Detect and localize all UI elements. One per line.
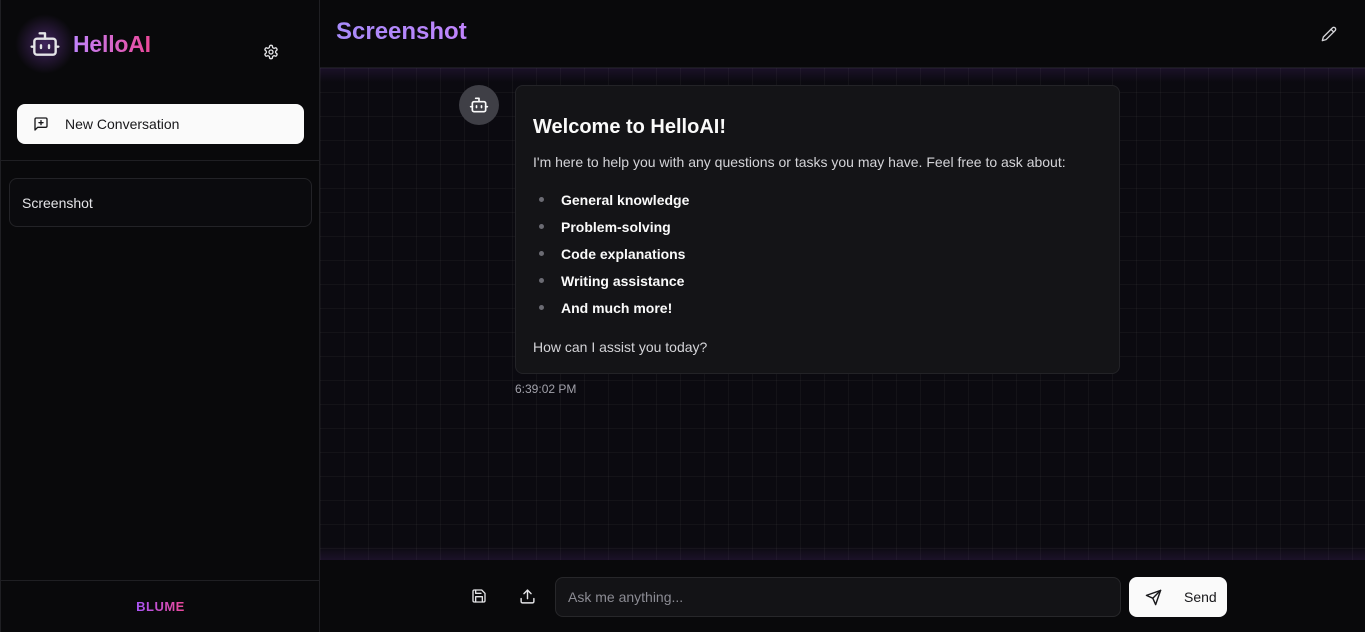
upload-button[interactable] (516, 585, 538, 607)
conversation-item[interactable]: Screenshot (9, 178, 312, 227)
bullet (539, 305, 544, 310)
bullet (539, 197, 544, 202)
topic-label: General knowledge (561, 191, 690, 208)
topic-label: Writing assistance (561, 272, 685, 289)
list-item: General knowledge (533, 186, 1102, 213)
bullet (539, 224, 544, 229)
bot-icon (15, 14, 75, 74)
list-item: Code explanations (533, 240, 1102, 267)
list-item: And much more! (533, 294, 1102, 321)
gear-icon (264, 44, 278, 60)
assistant-message: Welcome to HelloAI! I'm here to help you… (515, 85, 1120, 374)
new-conversation-label: New Conversation (65, 116, 180, 132)
app-title: HelloAI (73, 30, 151, 57)
message-input[interactable] (555, 577, 1121, 617)
settings-button[interactable] (261, 42, 281, 62)
upload-icon (519, 588, 535, 604)
conversation-item-label: Screenshot (22, 194, 93, 211)
message-plus-icon (34, 117, 48, 131)
message-outro: How can I assist you today? (533, 339, 708, 355)
chat-area[interactable]: Welcome to HelloAI! I'm here to help you… (320, 68, 1365, 560)
send-button[interactable]: Send (1129, 577, 1227, 617)
topic-label: Problem-solving (561, 218, 671, 235)
topic-label: Code explanations (561, 245, 686, 262)
message-heading: Welcome to HelloAI! (533, 116, 726, 138)
pencil-icon (1321, 26, 1337, 42)
send-icon (1145, 589, 1162, 605)
save-button[interactable] (468, 585, 490, 607)
footer-brand: BLUME (136, 599, 185, 614)
send-label: Send (1184, 589, 1217, 605)
edit-title-button[interactable] (1319, 24, 1339, 44)
message-intro: I'm here to help you with any questions … (533, 154, 1066, 170)
composer: Send (320, 560, 1365, 632)
assistant-avatar (459, 85, 499, 125)
new-conversation-button[interactable]: New Conversation (17, 104, 304, 144)
brand: HelloAI (15, 14, 151, 74)
save-icon (472, 589, 486, 603)
bullet (539, 278, 544, 283)
message-timestamp: 6:39:02 PM (515, 382, 577, 396)
bot-icon (469, 97, 489, 113)
bullet (539, 251, 544, 256)
list-item: Problem-solving (533, 213, 1102, 240)
topic-label: And much more! (561, 299, 673, 316)
sidebar-divider (1, 160, 320, 161)
list-item: Writing assistance (533, 267, 1102, 294)
main-panel: Screenshot Welcome to HelloAI! I'm here … (320, 0, 1365, 632)
topic-list: General knowledge Problem-solving Code e… (533, 186, 1102, 321)
header: Screenshot (320, 0, 1365, 68)
sidebar: HelloAI New Conversation Screenshot BLUM… (0, 0, 320, 632)
sidebar-footer: BLUME (1, 580, 320, 632)
page-title: Screenshot (336, 18, 467, 45)
